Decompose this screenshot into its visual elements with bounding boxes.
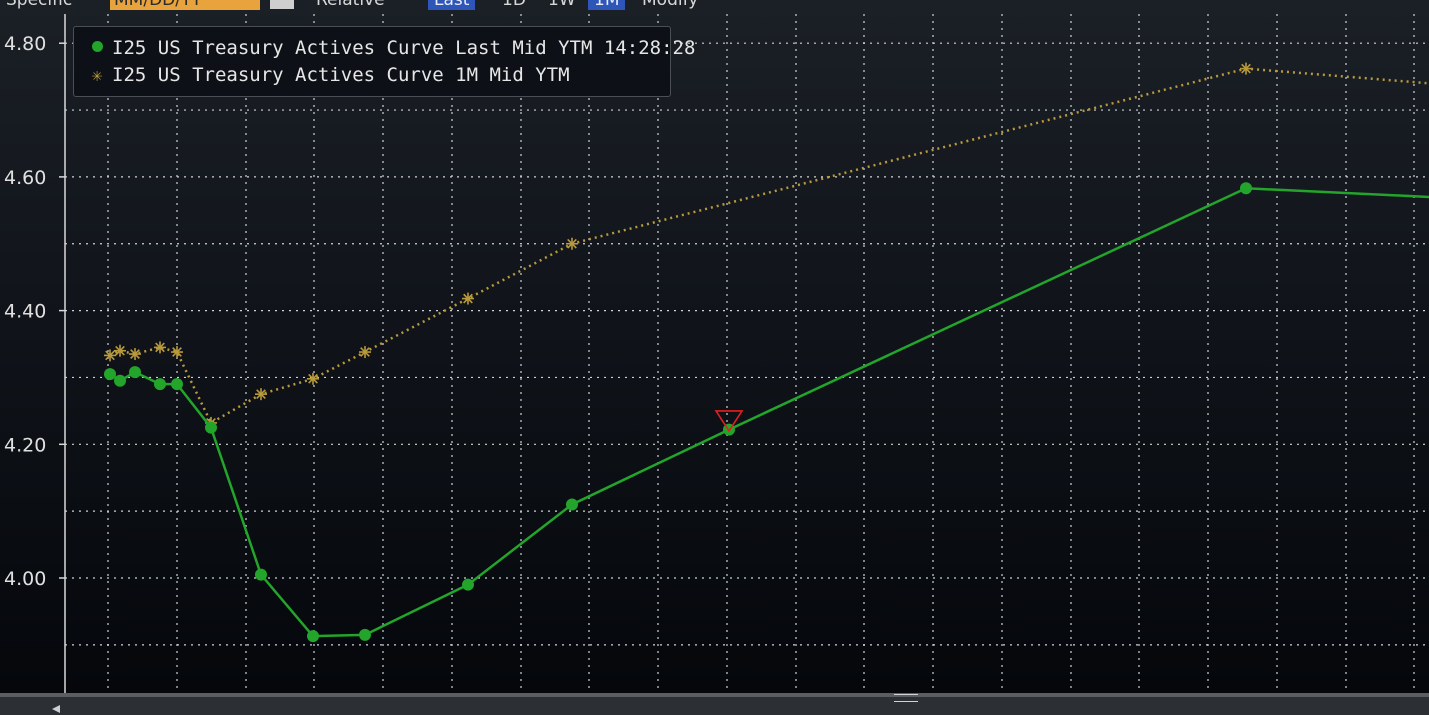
data-point-star[interactable] xyxy=(566,237,578,250)
series-line xyxy=(109,67,1429,425)
legend-marker-star-icon: ✳ xyxy=(91,65,103,86)
data-point-star[interactable] xyxy=(307,372,319,385)
data-point[interactable] xyxy=(462,578,474,591)
series-line xyxy=(109,187,1429,638)
scrollbar-track[interactable] xyxy=(0,697,1429,715)
data-point[interactable] xyxy=(129,366,141,379)
data-point-star[interactable] xyxy=(114,344,126,357)
data-point-star[interactable] xyxy=(255,388,267,401)
data-point[interactable] xyxy=(566,498,578,511)
data-point[interactable] xyxy=(171,378,183,391)
data-point-star[interactable] xyxy=(462,292,474,305)
yield-curve-chart: 4.80 4.60 4.40 4.20 4.00 xyxy=(4,14,1429,715)
data-point[interactable] xyxy=(114,374,126,387)
legend: I25 US Treasury Actives Curve Last Mid Y… xyxy=(73,26,695,97)
data-point[interactable] xyxy=(1240,182,1252,195)
data-point-star[interactable] xyxy=(171,346,183,359)
data-point[interactable] xyxy=(154,378,166,391)
series xyxy=(104,62,1429,643)
grid xyxy=(65,14,1429,693)
data-point-star[interactable] xyxy=(129,348,141,361)
legend-label-last: I25 US Treasury Actives Curve Last Mid Y… xyxy=(112,37,696,59)
legend-item-1m[interactable]: ✳ I25 US Treasury Actives Curve 1M Mid YT… xyxy=(88,62,570,88)
horizontal-scrollbar[interactable] xyxy=(0,693,1429,715)
data-point[interactable] xyxy=(205,421,217,434)
data-point[interactable] xyxy=(255,568,267,581)
data-point-star[interactable] xyxy=(154,341,166,354)
y-tick-label: 4.20 xyxy=(4,434,46,456)
y-tick-label: 4.80 xyxy=(4,33,46,55)
data-point[interactable] xyxy=(104,368,116,381)
y-tick-label: 4.00 xyxy=(4,568,46,590)
data-point-star[interactable] xyxy=(1240,62,1252,75)
data-point[interactable] xyxy=(307,630,319,643)
scroll-grip-icon[interactable] xyxy=(894,694,918,702)
legend-marker-circle-icon xyxy=(88,35,106,61)
y-tick-label: 4.60 xyxy=(4,167,46,189)
data-point-star[interactable] xyxy=(359,346,371,359)
chart-window: Specific MM/DD/YY Relative Last 1D 1W 1M… xyxy=(0,0,1429,715)
legend-item-last[interactable]: I25 US Treasury Actives Curve Last Mid Y… xyxy=(88,35,695,61)
y-tick-label: 4.40 xyxy=(4,301,46,323)
data-point[interactable] xyxy=(359,628,371,641)
legend-label-1m: I25 US Treasury Actives Curve 1M Mid YTM xyxy=(112,64,570,86)
scroll-left-arrow-icon[interactable] xyxy=(52,705,60,713)
y-axis: 4.80 4.60 4.40 4.20 4.00 xyxy=(4,14,66,693)
